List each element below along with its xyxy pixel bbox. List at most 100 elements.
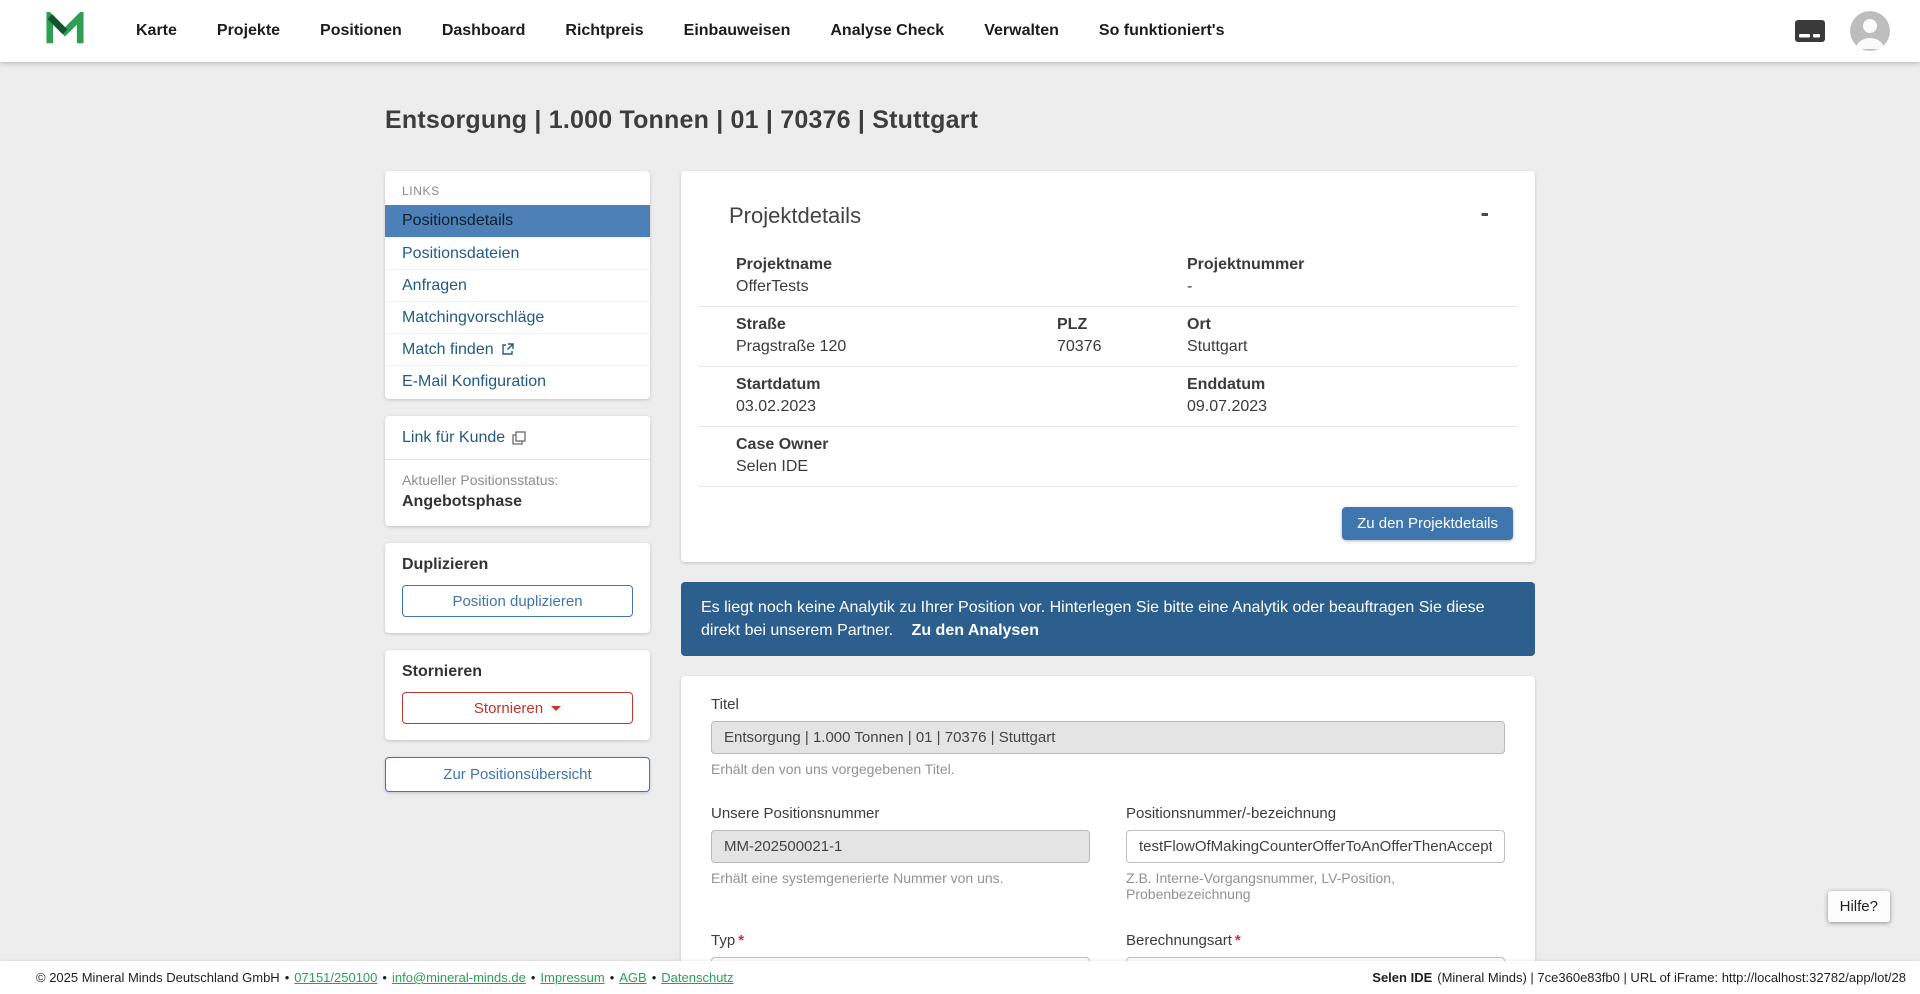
footer: © 2025 Mineral Minds Deutschland GmbH • …: [0, 961, 1920, 994]
berechnungsart-label-text: Berechnungsart: [1126, 932, 1232, 950]
sidebar: LINKS Positionsdetails Positionsdateien …: [385, 171, 650, 792]
nav-item-karte[interactable]: Karte: [136, 22, 177, 40]
footer-email-link[interactable]: info@mineral-minds.de: [392, 970, 526, 985]
table-row: Projektname OfferTests Projektnummer -: [699, 247, 1517, 307]
field-value: Selen IDE: [736, 458, 809, 475]
footer-datenschutz-link[interactable]: Datenschutz: [661, 970, 733, 985]
footer-session-info: (Mineral Minds) | 7ce360e83fb0 | URL of …: [1437, 970, 1906, 985]
field-label: Projektnummer: [1187, 256, 1305, 273]
footer-user-name: Selen IDE: [1372, 970, 1433, 985]
field-value: Pragstraße 120: [736, 338, 847, 355]
main-panel: Projektdetails - Projektname OfferTests …: [681, 171, 1535, 994]
nav-item-dashboard[interactable]: Dashboard: [442, 22, 526, 40]
stornieren-heading: Stornieren: [402, 663, 483, 680]
zur-positionsuebersicht-button[interactable]: Zur Positionsübersicht: [385, 757, 650, 792]
footer-impressum-link[interactable]: Impressum: [540, 970, 604, 985]
field-label: Ort: [1187, 316, 1211, 333]
field-label: Enddatum: [1187, 376, 1266, 393]
typ-label-text: Typ: [711, 932, 736, 950]
sidebar-item-match-finden[interactable]: Match finden: [385, 333, 650, 365]
page-content: Entsorgung | 1.000 Tonnen | 01 | 70376 |…: [385, 62, 1535, 994]
titel-helper: Erhält den von uns vorgegebenen Titel.: [711, 761, 955, 778]
divider: [385, 459, 650, 460]
required-asterisk: *: [1234, 932, 1241, 950]
collapse-button[interactable]: -: [1481, 201, 1489, 226]
table-row: Straße Pragstraße 120 PLZ 70376 Ort Stut…: [699, 307, 1517, 367]
bezeichnung-input[interactable]: [1126, 830, 1505, 864]
sidebar-item-label: Matchingvorschläge: [402, 308, 545, 326]
sidebar-item-positionsdetails[interactable]: Positionsdetails: [385, 205, 650, 237]
field-label: Startdatum: [736, 376, 821, 393]
nav-item-einbauweisen[interactable]: Einbauweisen: [684, 22, 791, 40]
position-status-label: Aktueller Positionsstatus:: [402, 472, 559, 488]
sidebar-item-positionsdateien[interactable]: Positionsdateien: [385, 237, 650, 269]
nav-item-richtpreis[interactable]: Richtpreis: [565, 22, 643, 40]
footer-phone-link[interactable]: 07151/250100: [294, 970, 377, 985]
position-status-value: Angebotsphase: [402, 493, 523, 510]
copyright-text: © 2025 Mineral Minds Deutschland GmbH: [36, 970, 280, 985]
main-nav: Karte Projekte Positionen Dashboard Rich…: [136, 22, 1225, 40]
field-label: Straße: [736, 316, 786, 333]
positionsnummer-helper: Erhält eine systemgenerierte Nummer von …: [711, 870, 1004, 887]
separator: •: [382, 970, 387, 985]
required-asterisk: *: [738, 932, 745, 950]
customer-link[interactable]: Link für Kunde: [402, 429, 526, 447]
zu-den-analysen-link[interactable]: Zu den Analysen: [912, 622, 1039, 639]
field-label: PLZ: [1057, 316, 1088, 333]
sidebar-item-label: Positionsdateien: [402, 244, 520, 262]
footer-agb-link[interactable]: AGB: [619, 970, 646, 985]
sidebar-links-card: LINKS Positionsdetails Positionsdateien …: [385, 171, 650, 399]
separator: •: [609, 970, 615, 985]
field-label: Projektname: [736, 256, 833, 273]
chevron-down-icon: [551, 705, 562, 711]
logo-icon: [46, 8, 84, 51]
stornieren-button-label: Stornieren: [473, 699, 544, 717]
nav-item-so-funktionierts[interactable]: So funktioniert's: [1099, 22, 1225, 40]
app-logo[interactable]: [46, 8, 84, 51]
field-value: OfferTests: [736, 278, 809, 295]
projektdetails-card: Projektdetails - Projektname OfferTests …: [681, 171, 1535, 562]
bezeichnung-helper: Z.B. Interne-Vorgangsnummer, LV-Position…: [1126, 870, 1395, 903]
sidebar-item-anfragen[interactable]: Anfragen: [385, 269, 650, 301]
table-row: Startdatum 03.02.2023 Enddatum 09.07.202…: [699, 367, 1517, 427]
positionsnummer-input[interactable]: [711, 830, 1090, 864]
sidebar-item-label: Anfragen: [402, 276, 467, 294]
links-header: LINKS: [402, 184, 440, 198]
position-duplizieren-button[interactable]: Position duplizieren: [402, 585, 633, 617]
berechnungsart-label: Berechnungsart *: [1126, 932, 1505, 949]
user-avatar[interactable]: [1850, 11, 1890, 51]
external-link-icon: [501, 343, 514, 356]
field-label: Case Owner: [736, 436, 829, 453]
hilfe-button[interactable]: Hilfe?: [1827, 891, 1890, 922]
nav-item-positionen[interactable]: Positionen: [320, 22, 402, 40]
field-value: 09.07.2023: [1187, 398, 1268, 415]
sidebar-item-label: Match finden: [402, 340, 494, 358]
stornieren-button[interactable]: Stornieren: [402, 692, 633, 724]
sidebar-item-email-konfiguration[interactable]: E-Mail Konfiguration: [385, 365, 650, 397]
positionsnummer-label: Unsere Positionsnummer: [711, 805, 880, 823]
project-fields-table: Projektname OfferTests Projektnummer - S…: [699, 247, 1517, 487]
customer-status-card: Link für Kunde Aktueller Positionsstatus…: [385, 416, 650, 526]
bezeichnung-label: Positionsnummer/-bezeichnung: [1126, 805, 1337, 823]
separator: •: [530, 970, 536, 985]
field-value: 03.02.2023: [736, 398, 817, 415]
topbar-actions: [1794, 11, 1890, 51]
zu-den-projektdetails-button[interactable]: Zu den Projektdetails: [1342, 507, 1513, 540]
separator: •: [284, 970, 290, 985]
stornieren-card: Stornieren Stornieren: [385, 650, 650, 740]
sidebar-item-label: Positionsdetails: [402, 212, 514, 229]
nav-item-analyse-check[interactable]: Analyse Check: [830, 22, 944, 40]
position-form-card: Titel Erhält den von uns vorgegebenen Ti…: [681, 676, 1535, 994]
table-row: Case Owner Selen IDE: [699, 427, 1517, 487]
nav-item-verwalten[interactable]: Verwalten: [984, 22, 1059, 40]
copy-icon: [512, 431, 526, 445]
console-icon[interactable]: [1794, 19, 1826, 43]
typ-label: Typ *: [711, 932, 1090, 949]
nav-item-projekte[interactable]: Projekte: [217, 22, 280, 40]
customer-link-label: Link für Kunde: [402, 429, 506, 446]
titel-input[interactable]: [711, 721, 1505, 755]
titel-label: Titel: [711, 696, 739, 714]
page-title: Entsorgung | 1.000 Tonnen | 01 | 70376 |…: [385, 106, 979, 134]
sidebar-item-matchingvorschlaege[interactable]: Matchingvorschläge: [385, 301, 650, 333]
banner-text: Es liegt noch keine Analytik zu Ihrer Po…: [701, 599, 1485, 640]
